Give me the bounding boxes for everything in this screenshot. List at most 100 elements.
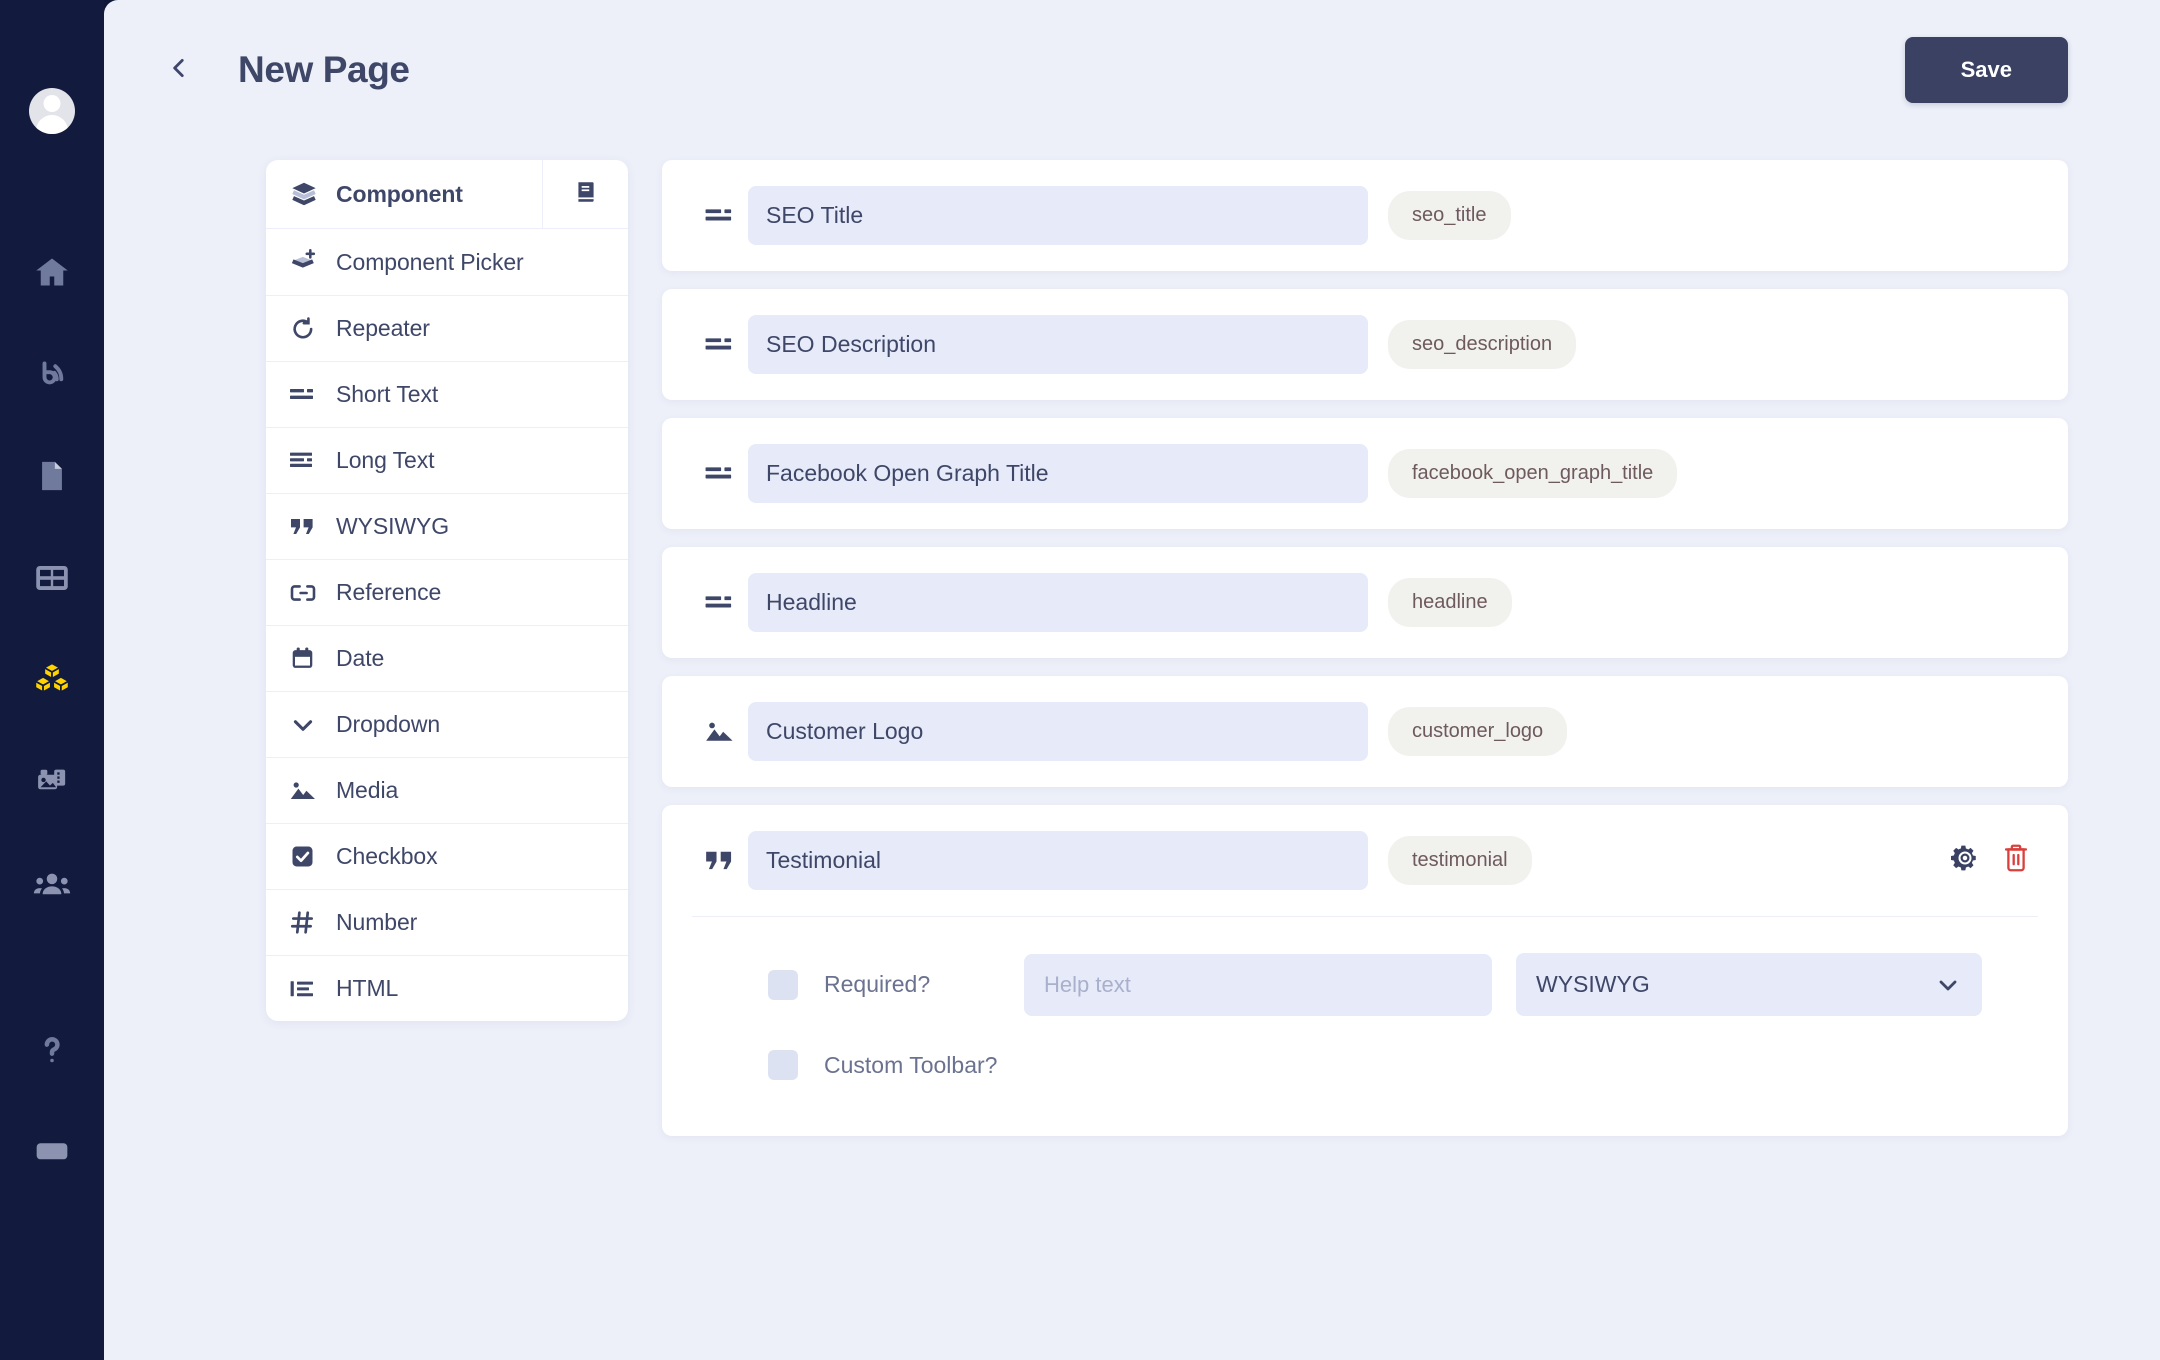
sidebar-item-docs[interactable] [24, 1124, 80, 1180]
type-item-number[interactable]: Number [266, 890, 628, 956]
layers-icon [290, 180, 320, 208]
reference-icon [290, 583, 320, 603]
type-item-dropdown[interactable]: Dropdown [266, 692, 628, 758]
save-button[interactable]: Save [1905, 37, 2068, 103]
field-slug-badge: facebook_open_graph_title [1388, 449, 1677, 498]
field-delete-button[interactable] [2002, 843, 2030, 878]
field-header: seo_title [692, 186, 2038, 245]
field-row: facebook_open_graph_title [662, 418, 2068, 529]
hash-icon [290, 910, 320, 935]
type-item-label: Date [336, 645, 384, 672]
users-icon [33, 865, 71, 903]
field-name-input[interactable] [748, 444, 1368, 503]
sidebar-item-users[interactable] [24, 856, 80, 912]
field-slug-badge: testimonial [1388, 836, 1532, 885]
help-icon [34, 1032, 70, 1068]
setting-row-required: Required? WYSIWYG [768, 953, 2038, 1016]
type-item-wysiwyg[interactable]: WYSIWYG [266, 494, 628, 560]
sidebar-item-tables[interactable] [24, 550, 80, 606]
book-icon [33, 1137, 71, 1167]
image-icon [290, 780, 320, 802]
field-list: seo_title seo_description [662, 160, 2068, 1176]
field-header: testimonial [692, 831, 2038, 890]
type-item-short-text[interactable]: Short Text [266, 362, 628, 428]
type-item-label: HTML [336, 975, 398, 1002]
field-slug-badge: seo_title [1388, 191, 1511, 240]
component-docs-button[interactable] [542, 160, 628, 228]
field-row: seo_description [662, 289, 2068, 400]
long-text-icon [290, 451, 320, 471]
type-item-reference[interactable]: Reference [266, 560, 628, 626]
field-slug-badge: headline [1388, 578, 1512, 627]
sidebar-item-broadcast[interactable] [24, 346, 80, 402]
field-header: seo_description [692, 315, 2038, 374]
field-row: headline [662, 547, 2068, 658]
short-text-icon [692, 593, 748, 613]
type-item-label: Number [336, 909, 417, 936]
document-icon [35, 459, 69, 493]
sidebar-item-media[interactable] [24, 754, 80, 810]
trash-icon [2002, 843, 2030, 878]
list-icon [290, 979, 320, 999]
sidebar-item-documents[interactable] [24, 448, 80, 504]
home-icon [34, 254, 70, 290]
calendar-icon [290, 646, 320, 671]
field-name-input[interactable] [748, 702, 1368, 761]
chevron-down-icon [1936, 973, 1960, 997]
type-item-component-picker[interactable]: Component Picker [266, 229, 628, 296]
sidebar-item-help[interactable] [24, 1022, 80, 1078]
field-row: seo_title [662, 160, 2068, 271]
book-icon [573, 179, 599, 210]
sidebar-item-home[interactable] [24, 244, 80, 300]
table-icon [34, 560, 70, 596]
field-settings-panel: Required? WYSIWYG Custom Toolb [692, 916, 2038, 1110]
required-checkbox[interactable] [768, 970, 798, 1000]
repeat-icon [290, 316, 320, 342]
field-slug-badge: customer_logo [1388, 707, 1567, 756]
quote-icon [692, 848, 748, 874]
editor-type-select[interactable]: WYSIWYG [1516, 953, 1982, 1016]
blocks-icon [32, 660, 72, 700]
sidebar-item-components[interactable] [24, 652, 80, 708]
component-type-header: Component [266, 160, 628, 229]
avatar[interactable] [29, 88, 75, 134]
type-item-component[interactable]: Component [266, 160, 542, 228]
field-slug-badge: seo_description [1388, 320, 1576, 369]
field-header: headline [692, 573, 2038, 632]
short-text-icon [692, 206, 748, 226]
type-item-repeater[interactable]: Repeater [266, 296, 628, 362]
field-row: customer_logo [662, 676, 2068, 787]
app-root: New Page Save Componen [0, 0, 2160, 1360]
type-item-html[interactable]: HTML [266, 956, 628, 1021]
type-item-checkbox[interactable]: Checkbox [266, 824, 628, 890]
field-name-input[interactable] [748, 186, 1368, 245]
field-name-input[interactable] [748, 315, 1368, 374]
field-row-expanded: testimonial [662, 805, 2068, 1136]
back-button[interactable] [162, 53, 196, 87]
chevron-left-icon [166, 55, 192, 86]
type-item-label: Long Text [336, 447, 434, 474]
type-item-label: Short Text [336, 381, 438, 408]
type-item-date[interactable]: Date [266, 626, 628, 692]
required-label: Required? [824, 971, 1024, 998]
type-item-label: Repeater [336, 315, 430, 342]
short-text-icon [692, 335, 748, 355]
field-name-input[interactable] [748, 573, 1368, 632]
field-actions [1950, 843, 2038, 878]
page-title: New Page [238, 49, 410, 91]
type-item-long-text[interactable]: Long Text [266, 428, 628, 494]
type-item-media[interactable]: Media [266, 758, 628, 824]
field-header: customer_logo [692, 702, 2038, 761]
custom-toolbar-label: Custom Toolbar? [824, 1052, 1024, 1079]
gear-icon [1950, 843, 1980, 878]
quote-icon [290, 516, 320, 538]
layers-plus-icon [290, 248, 320, 276]
media-library-icon [33, 763, 71, 801]
type-item-label: Component [336, 181, 463, 208]
type-item-label: Component Picker [336, 249, 524, 276]
custom-toolbar-checkbox[interactable] [768, 1050, 798, 1080]
setting-row-custom-toolbar: Custom Toolbar? [768, 1050, 2038, 1080]
field-name-input[interactable] [748, 831, 1368, 890]
help-text-input[interactable] [1024, 954, 1492, 1016]
field-settings-button[interactable] [1950, 843, 1980, 878]
